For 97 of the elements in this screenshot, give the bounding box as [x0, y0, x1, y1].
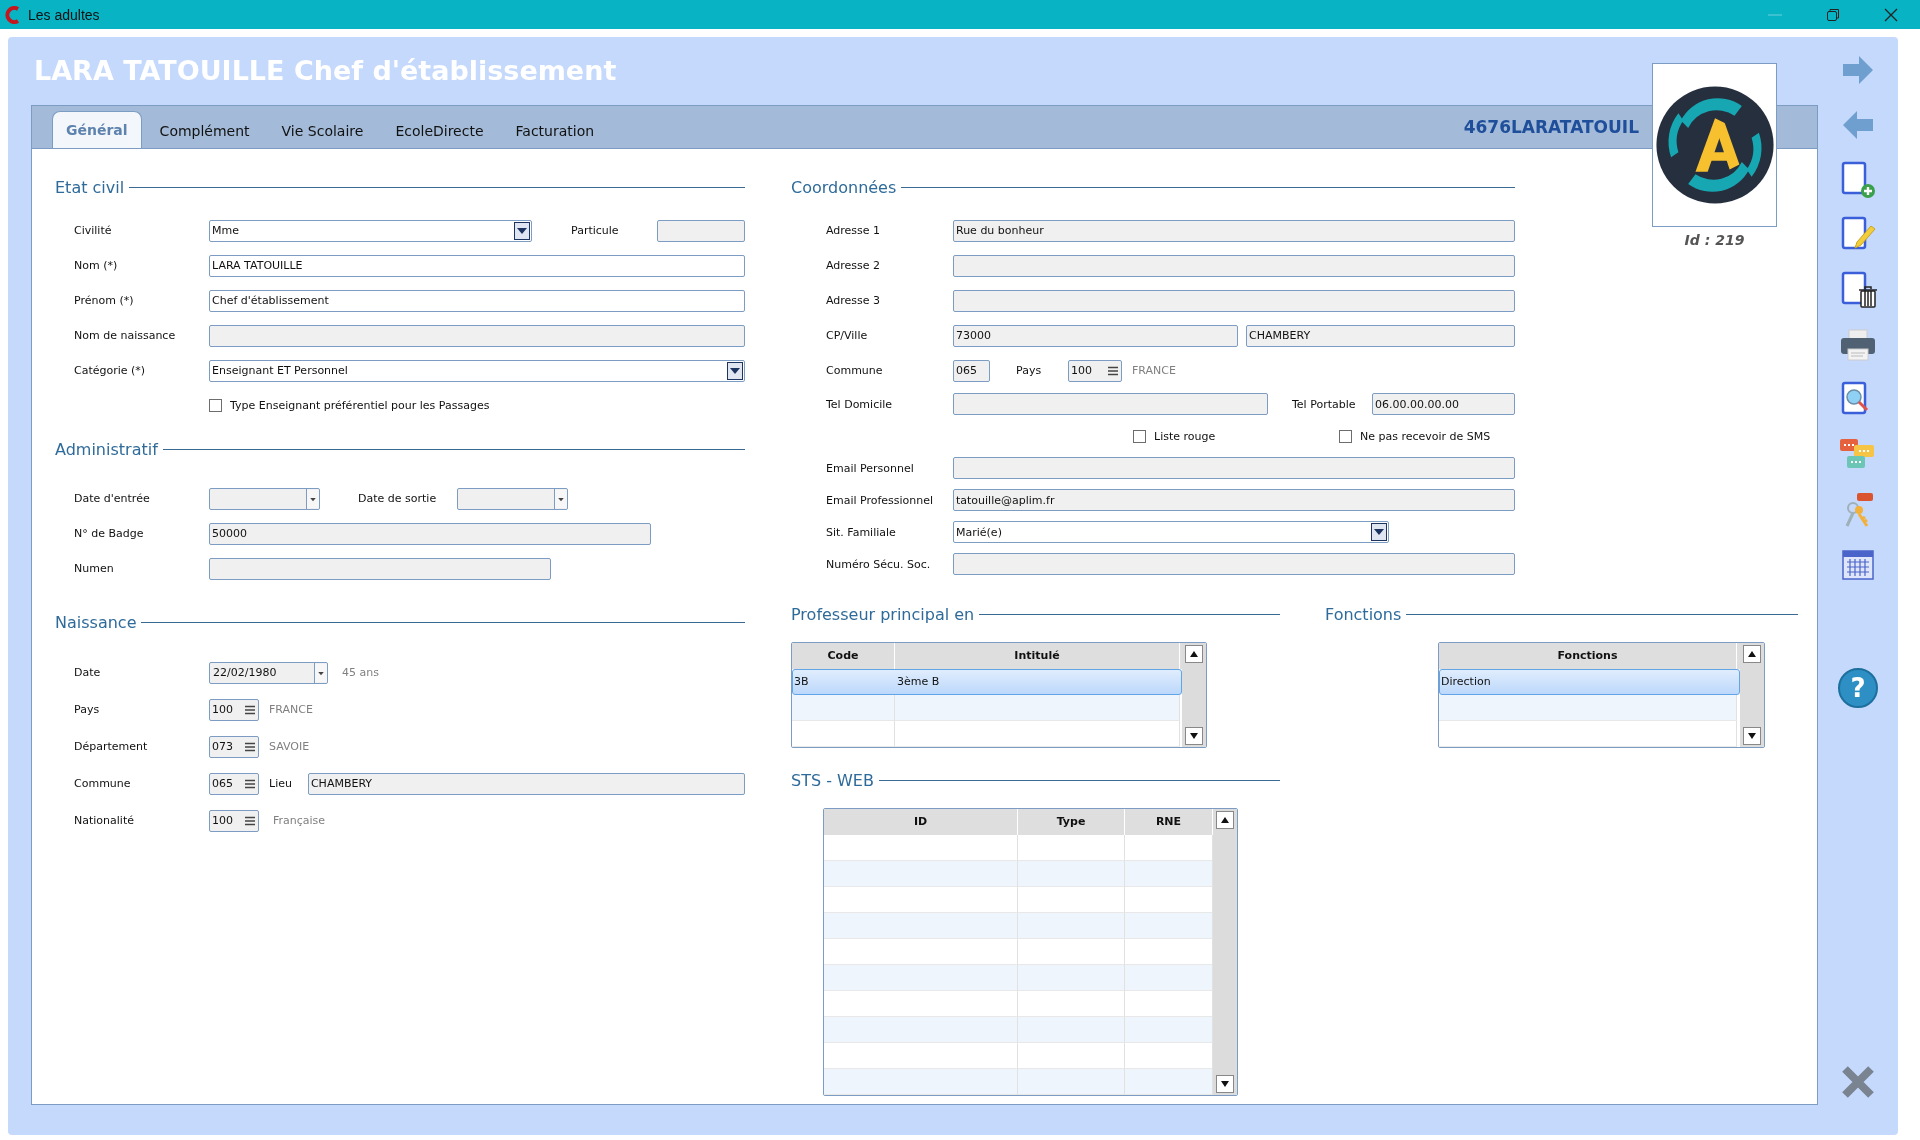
scrollbar[interactable]	[1213, 809, 1237, 1095]
list-icon	[245, 704, 255, 715]
text-field[interactable]: LARA TATOUILLE	[209, 254, 745, 277]
field-label: Date	[74, 666, 102, 679]
scroll-down-button[interactable]	[1185, 727, 1203, 745]
field-label: Adresse 1	[826, 224, 882, 237]
help-button[interactable]: ?	[1838, 668, 1878, 708]
record-id: Id : 219	[1683, 232, 1746, 248]
list-icon	[1108, 365, 1118, 376]
scrollbar[interactable]	[1740, 643, 1764, 747]
field-label: Tel Portable	[1292, 397, 1357, 411]
field-info: 45 ans	[342, 666, 379, 679]
scroll-down-button[interactable]	[1743, 727, 1761, 745]
dropdown[interactable]: Marié(e)	[953, 521, 1389, 543]
checkbox-label: Type Enseignant préférentiel pour les Passages	[230, 399, 490, 412]
checkbox[interactable]	[209, 399, 222, 412]
column-header: ID	[824, 809, 1018, 835]
field-label: Particule	[571, 224, 620, 237]
caret-down-icon	[1190, 733, 1198, 739]
record-title: LARA TATOUILLE Chef d'établissement	[33, 54, 617, 88]
close-icon	[1884, 7, 1898, 22]
checkbox-label: Liste rouge	[1154, 429, 1216, 443]
field-info: FRANCE	[1132, 364, 1176, 377]
scroll-up-button[interactable]	[1216, 811, 1234, 829]
table-cell-text: 3ème B	[896, 674, 941, 690]
caret-up-icon	[1221, 817, 1229, 823]
scroll-up-button[interactable]	[1185, 645, 1203, 663]
field-label: Lieu	[269, 777, 292, 790]
field-label: Prénom (*)	[74, 294, 135, 307]
scroll-down-button[interactable]	[1216, 1075, 1234, 1093]
list-icon	[245, 778, 255, 789]
checkbox[interactable]	[1339, 429, 1352, 443]
field-label: CP/Ville	[826, 329, 869, 342]
table-row[interactable]: Direction	[1439, 669, 1740, 695]
field-info: Française	[273, 814, 326, 827]
checkbox-label: Ne pas recevoir de SMS	[1360, 429, 1491, 443]
field-label: Département	[74, 740, 149, 753]
section-title: Coordonnées	[791, 177, 897, 197]
section-title: Etat civil	[55, 177, 125, 197]
window-title: Les adultes	[28, 6, 100, 23]
tab[interactable]: EcoleDirecte	[381, 113, 498, 148]
caret-icon	[727, 361, 743, 380]
restore-icon	[1826, 7, 1840, 22]
field-label: Nationalité	[74, 814, 135, 827]
caret-down-icon	[1748, 733, 1756, 739]
caret-icon	[514, 221, 530, 240]
dropdown[interactable]: Mme	[209, 219, 532, 242]
table-cell-text: 3B	[793, 674, 810, 690]
section-title: Administratif	[55, 439, 158, 459]
field-info: SAVOIE	[269, 740, 310, 753]
app-icon	[4, 4, 22, 25]
tab[interactable]: Général	[52, 111, 142, 148]
caret-up-icon	[1748, 651, 1756, 657]
scroll-up-button[interactable]	[1743, 645, 1761, 663]
field-label: Date de sortie	[358, 492, 438, 505]
section-title: STS - WEB	[791, 770, 874, 790]
field-label: Civilité	[74, 224, 113, 237]
section-title: Professeur principal en	[791, 604, 975, 624]
field-label: Adresse 3	[826, 294, 882, 307]
column-header: Type	[1018, 809, 1125, 835]
field-label: Sit. Familiale	[826, 525, 897, 539]
field-label: Email Professionnel	[826, 493, 935, 507]
field-label: Date d'entrée	[74, 492, 151, 505]
field-label: Catégorie (*)	[74, 364, 147, 377]
minimize-icon	[1768, 13, 1782, 16]
field-label: Pays	[74, 703, 101, 716]
scrollbar[interactable]	[1182, 643, 1206, 747]
caret-down-icon	[1221, 1081, 1229, 1087]
caret-icon	[314, 662, 327, 683]
field-label: N° de Badge	[74, 527, 145, 540]
field-label: Commune	[74, 777, 132, 790]
tab[interactable]: Facturation	[501, 113, 609, 148]
login-id: 4676LARATATOUIL	[1463, 117, 1639, 137]
field-label: Email Personnel	[826, 461, 915, 475]
table-row[interactable]: 3B 3ème B	[792, 669, 1182, 695]
tab[interactable]: Complément	[145, 113, 264, 148]
list-icon	[245, 815, 255, 826]
field-info: FRANCE	[269, 703, 313, 716]
field-label: Adresse 2	[826, 259, 882, 272]
field-label: Pays	[1016, 364, 1043, 377]
field-label: Numéro Sécu. Soc.	[826, 557, 932, 571]
caret-icon	[306, 488, 319, 509]
caret-icon	[1371, 523, 1387, 541]
dropdown[interactable]: Enseignant ET Personnel	[209, 359, 745, 382]
field-label: Numen	[74, 562, 115, 575]
caret-up-icon	[1190, 651, 1198, 657]
caret-icon	[554, 488, 567, 509]
text-field[interactable]: Chef d'établissement	[209, 289, 745, 312]
field-label: Nom (*)	[74, 259, 119, 272]
field-label: Nom de naissance	[74, 329, 177, 342]
tab[interactable]: Vie Scolaire	[267, 113, 378, 148]
field-label: Tel Domicile	[826, 397, 894, 411]
list-icon	[245, 741, 255, 752]
field-label: Commune	[826, 364, 884, 377]
checkbox[interactable]	[1133, 429, 1146, 443]
section-title: Naissance	[55, 612, 137, 632]
section-title: Fonctions	[1325, 604, 1402, 624]
